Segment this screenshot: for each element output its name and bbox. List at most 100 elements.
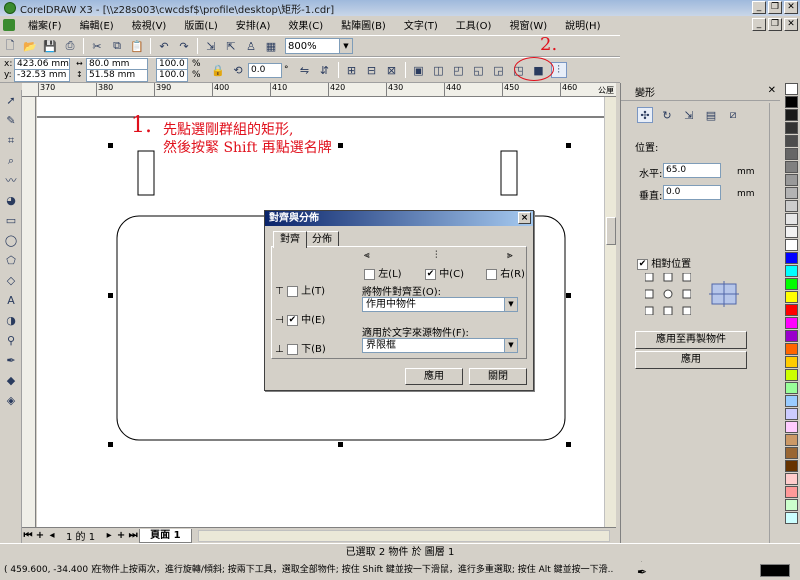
menu-layout[interactable]: 版面(L) bbox=[175, 17, 226, 32]
align-top-checkbox[interactable] bbox=[286, 285, 298, 297]
corel-online-icon[interactable]: ▦ bbox=[263, 38, 279, 54]
tab-align[interactable]: 對齊 bbox=[273, 231, 307, 248]
color-swatch[interactable] bbox=[785, 499, 798, 511]
copy-icon[interactable]: ⧉ bbox=[109, 38, 125, 54]
minimize-button[interactable]: _ bbox=[752, 1, 766, 14]
color-swatch[interactable] bbox=[785, 148, 798, 160]
color-swatch[interactable] bbox=[785, 174, 798, 186]
color-swatch[interactable] bbox=[785, 369, 798, 381]
dialog-close-icon[interactable]: × bbox=[518, 212, 531, 224]
horizontal-ruler[interactable]: 370 380 390 400 410 420 430 440 450 460 … bbox=[22, 83, 616, 97]
flip-icon[interactable]: ⇵ bbox=[317, 62, 333, 78]
color-swatch[interactable] bbox=[785, 382, 798, 394]
application-launcher-icon[interactable]: ♙ bbox=[243, 38, 259, 54]
color-swatch[interactable] bbox=[785, 486, 798, 498]
chevron-down-icon[interactable]: ▼ bbox=[339, 39, 352, 53]
selection-handle[interactable] bbox=[566, 293, 571, 298]
vertical-field[interactable]: 0.0 bbox=[663, 185, 721, 200]
apply-to-duplicate-button[interactable]: 應用至再製物件 bbox=[635, 331, 747, 349]
position-mode-icon[interactable]: ✣ bbox=[637, 107, 653, 123]
align-bottom-option[interactable]: ⊥ 下(B) bbox=[275, 340, 326, 355]
print-icon[interactable]: ⎙ bbox=[62, 38, 78, 54]
ellipse-tool-icon[interactable]: ◯ bbox=[2, 232, 20, 250]
align-center-v-option[interactable]: ⊣ ✔ 中(E) bbox=[275, 311, 325, 326]
menu-help[interactable]: 說明(H) bbox=[556, 17, 609, 32]
color-swatch[interactable] bbox=[785, 161, 798, 173]
break-apart-icon[interactable]: ◫ bbox=[431, 62, 447, 78]
text-source-combo[interactable]: 界限框 ▼ bbox=[362, 338, 518, 353]
polygon-tool-icon[interactable]: ⬠ bbox=[2, 252, 20, 270]
align-bottom-checkbox[interactable] bbox=[286, 343, 298, 355]
outline-indicator-icon[interactable]: ✒ bbox=[637, 563, 647, 580]
close-button[interactable]: ✕ bbox=[784, 1, 798, 14]
align-center-h-option[interactable]: ✔ 中(C) bbox=[425, 265, 464, 280]
color-swatch[interactable] bbox=[785, 421, 798, 433]
menu-text[interactable]: 文字(T) bbox=[395, 17, 447, 32]
zoom-combo[interactable]: 800% ▼ bbox=[285, 38, 353, 54]
freehand-tool-icon[interactable]: 〰 bbox=[2, 172, 20, 190]
selection-handle[interactable] bbox=[338, 143, 343, 148]
color-swatch[interactable] bbox=[785, 317, 798, 329]
fill-tool-icon[interactable]: ◆ bbox=[2, 372, 20, 390]
selection-handle[interactable] bbox=[108, 442, 113, 447]
color-swatch[interactable] bbox=[785, 252, 798, 264]
zoom-tool-icon[interactable]: ⌕ bbox=[2, 152, 20, 170]
align-right-checkbox[interactable] bbox=[486, 268, 497, 280]
y-position-field[interactable]: -32.53 mm bbox=[14, 69, 70, 82]
align-top-option[interactable]: ⊤ 上(T) bbox=[275, 282, 325, 297]
color-swatch[interactable] bbox=[785, 304, 798, 316]
color-swatch[interactable] bbox=[785, 226, 798, 238]
shape-tool-icon[interactable]: ✎ bbox=[2, 112, 20, 130]
pick-tool-icon[interactable]: ➚ bbox=[2, 92, 20, 110]
color-swatch[interactable] bbox=[785, 343, 798, 355]
selection-handle[interactable] bbox=[338, 442, 343, 447]
chevron-down-icon[interactable]: ▼ bbox=[504, 298, 517, 311]
import-icon[interactable]: ⇲ bbox=[203, 38, 219, 54]
relative-position-option[interactable]: ✔ 相對位置 bbox=[637, 255, 691, 270]
height-field[interactable]: 51.58 mm bbox=[86, 69, 148, 82]
doc-close-button[interactable]: ✕ bbox=[784, 18, 798, 31]
interactive-fill-icon[interactable]: ◈ bbox=[2, 392, 20, 410]
smart-fill-icon[interactable]: ◕ bbox=[2, 192, 20, 210]
next-page-button[interactable]: ▸ bbox=[103, 530, 115, 541]
interactive-blend-icon[interactable]: ◑ bbox=[2, 312, 20, 330]
combine-icon[interactable]: ▣ bbox=[411, 62, 427, 78]
restore-button[interactable]: ❐ bbox=[768, 1, 782, 14]
eyedropper-icon[interactable]: ⚲ bbox=[2, 332, 20, 350]
color-swatch[interactable] bbox=[785, 135, 798, 147]
color-swatch[interactable] bbox=[785, 356, 798, 368]
last-page-button[interactable]: ⏭ bbox=[127, 530, 139, 541]
color-swatch[interactable] bbox=[785, 122, 798, 134]
color-swatch[interactable] bbox=[785, 330, 798, 342]
color-swatch[interactable] bbox=[785, 213, 798, 225]
selection-handle[interactable] bbox=[108, 143, 113, 148]
color-swatch[interactable] bbox=[785, 96, 798, 108]
crop-tool-icon[interactable]: ⌗ bbox=[2, 132, 20, 150]
selection-handle[interactable] bbox=[566, 143, 571, 148]
rectangle-tool-icon[interactable]: ▭ bbox=[2, 212, 20, 230]
color-swatch[interactable] bbox=[785, 460, 798, 472]
new-document-icon[interactable]: 🗋 bbox=[2, 38, 18, 54]
color-swatch[interactable] bbox=[785, 473, 798, 485]
menu-view[interactable]: 檢視(V) bbox=[123, 17, 176, 32]
color-swatch[interactable] bbox=[785, 278, 798, 290]
menu-edit[interactable]: 編輯(E) bbox=[71, 17, 123, 32]
ungroup-icon[interactable]: ⊟ bbox=[364, 62, 380, 78]
export-icon[interactable]: ⇱ bbox=[223, 38, 239, 54]
color-swatch[interactable] bbox=[785, 408, 798, 420]
align-to-combo[interactable]: 作用中物件 ▼ bbox=[362, 297, 518, 312]
color-swatch[interactable] bbox=[785, 109, 798, 121]
menu-file[interactable]: 檔案(F) bbox=[19, 17, 71, 32]
apply-button[interactable]: 應用 bbox=[405, 368, 463, 385]
document-icon[interactable] bbox=[3, 18, 15, 31]
text-tool-icon[interactable]: A bbox=[2, 292, 20, 310]
skew-mode-icon[interactable]: ⧄ bbox=[725, 107, 741, 123]
horizontal-field[interactable]: 65.0 bbox=[663, 163, 721, 178]
menu-tools[interactable]: 工具(O) bbox=[447, 17, 501, 32]
align-center-h-checkbox[interactable]: ✔ bbox=[425, 268, 436, 280]
prev-page-button[interactable]: ◂ bbox=[46, 530, 58, 541]
lock-ratio-icon[interactable]: 🔒 bbox=[210, 62, 226, 78]
ungroup-all-icon[interactable]: ⊠ bbox=[384, 62, 400, 78]
color-swatch[interactable] bbox=[785, 291, 798, 303]
undo-icon[interactable]: ↶ bbox=[156, 38, 172, 54]
